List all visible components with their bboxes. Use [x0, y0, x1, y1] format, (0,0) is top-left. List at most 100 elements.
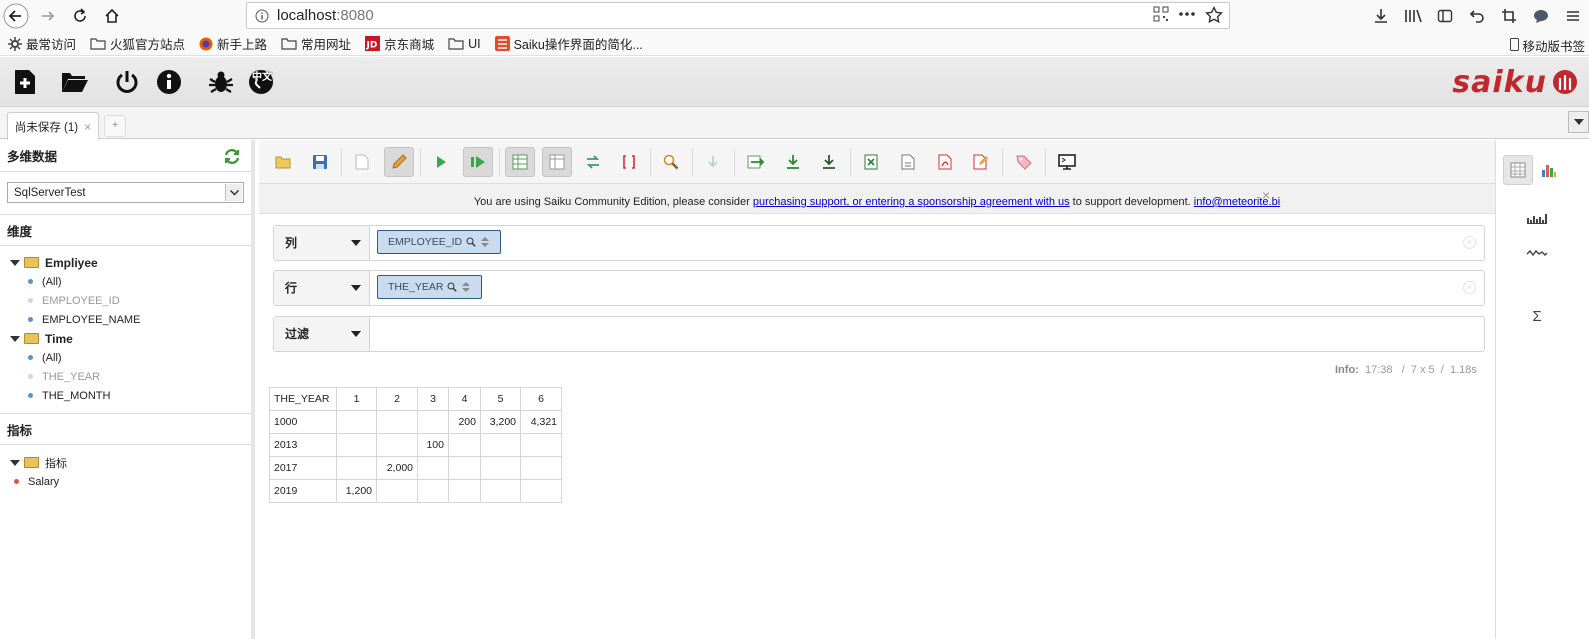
level-the-year[interactable]: THE_YEAR	[10, 367, 251, 386]
export-report-button[interactable]	[966, 147, 996, 177]
bookmark-common-sites[interactable]: 常用网址	[281, 34, 351, 53]
column-header[interactable]: 3	[417, 387, 449, 411]
sidebar-toggle-icon[interactable]	[1429, 0, 1461, 32]
presentation-mode-button[interactable]	[1052, 147, 1082, 177]
tab-close-icon[interactable]: ×	[84, 120, 91, 134]
measure-salary[interactable]: Salary	[10, 472, 251, 491]
save-button[interactable]	[305, 147, 335, 177]
table-view-button[interactable]	[1503, 155, 1533, 185]
statistics-button[interactable]: Σ	[1522, 301, 1552, 331]
more-dots-icon[interactable]	[1177, 6, 1197, 22]
tabs-dropdown-button[interactable]	[1568, 111, 1589, 133]
columns-axis[interactable]: 列 EMPLOYEE_ID ×	[273, 225, 1485, 261]
about-button[interactable]	[155, 68, 183, 96]
pill-search-icon[interactable]	[466, 237, 476, 247]
qrcode-icon[interactable]	[1153, 6, 1169, 22]
toggle-sidebar-button[interactable]	[542, 147, 572, 177]
tags-button[interactable]	[1009, 147, 1039, 177]
rows-level-pill[interactable]: THE_YEAR	[377, 275, 483, 299]
new-button[interactable]	[347, 147, 377, 177]
show-mdx-button[interactable]	[614, 147, 644, 177]
sparkbar-button[interactable]	[1522, 203, 1552, 233]
clear-axis-icon[interactable]: ×	[1463, 281, 1476, 294]
chat-icon[interactable]	[1525, 0, 1557, 32]
tab-unsaved-query[interactable]: 尚未保存 (1) ×	[7, 112, 99, 140]
export-excel-button[interactable]	[856, 147, 886, 177]
reload-button[interactable]	[64, 0, 96, 32]
cube-select[interactable]: SqlServerTest	[7, 182, 244, 203]
drillthrough-button[interactable]	[698, 147, 728, 177]
row-header[interactable]: 2019	[269, 479, 337, 503]
filter-axis-label[interactable]: 过滤	[274, 317, 370, 351]
undo-icon[interactable]	[1461, 0, 1493, 32]
open-query-button[interactable]	[61, 68, 89, 96]
column-header[interactable]: 5	[480, 387, 521, 411]
expand-triangle-icon[interactable]	[10, 459, 20, 466]
column-header[interactable]: 2	[376, 387, 418, 411]
rows-axis-label[interactable]: 行	[274, 271, 370, 305]
toggle-fields-button[interactable]	[505, 147, 535, 177]
forward-button[interactable]	[32, 0, 64, 32]
export-csv-button[interactable]	[893, 147, 923, 177]
export-down-button[interactable]	[778, 147, 808, 177]
export-cell-button[interactable]	[814, 147, 844, 177]
logout-button[interactable]	[113, 68, 141, 96]
bookmark-getting-started[interactable]: 新手上路	[199, 34, 267, 53]
bookmark-ui[interactable]: UI	[448, 37, 481, 51]
home-button[interactable]	[96, 0, 128, 32]
crop-icon[interactable]	[1493, 0, 1525, 32]
back-button[interactable]	[0, 0, 32, 32]
edit-button[interactable]	[384, 147, 414, 177]
column-header[interactable]: 6	[520, 387, 562, 411]
non-empty-button[interactable]	[741, 147, 771, 177]
level-employee-all[interactable]: (All)	[10, 272, 251, 291]
chart-view-button[interactable]	[1534, 155, 1564, 185]
row-header[interactable]: 1000	[269, 410, 337, 434]
bookmark-most-visited[interactable]: 最常访问	[8, 34, 76, 53]
mobile-bookmarks[interactable]: 移动版书签	[1510, 36, 1585, 55]
star-icon[interactable]	[1205, 6, 1223, 24]
url-bar[interactable]: localhost:8080	[246, 2, 1230, 29]
level-the-month[interactable]: THE_MONTH	[10, 386, 251, 405]
expand-triangle-icon[interactable]	[10, 335, 20, 342]
sponsorship-link[interactable]: purchasing support, or entering a sponso…	[753, 196, 1070, 208]
auto-run-button[interactable]	[463, 147, 493, 177]
level-employee-id[interactable]: EMPLOYEE_ID	[10, 291, 251, 310]
export-pdf-button[interactable]	[930, 147, 960, 177]
swap-axis-button[interactable]	[578, 147, 608, 177]
menu-icon[interactable]	[1557, 0, 1589, 32]
library-icon[interactable]	[1397, 0, 1429, 32]
bookmark-saiku-guide[interactable]: Saiku操作界面的简化...	[494, 34, 643, 53]
dimension-employee[interactable]: Empliyee	[10, 253, 251, 272]
run-button[interactable]	[426, 147, 456, 177]
rows-axis[interactable]: 行 THE_YEAR ×	[273, 270, 1485, 306]
column-header[interactable]: 4	[448, 387, 481, 411]
clear-axis-icon[interactable]: ×	[1463, 236, 1476, 249]
issue-report-button[interactable]	[207, 68, 235, 96]
pill-search-icon[interactable]	[447, 282, 458, 292]
zoom-button[interactable]	[656, 147, 686, 177]
row-header[interactable]: 2017	[269, 456, 337, 480]
bookmark-firefox-official[interactable]: 火狐官方站点	[90, 34, 185, 53]
pill-sort-icon[interactable]	[461, 281, 471, 293]
level-time-all[interactable]: (All)	[10, 348, 251, 367]
columns-level-pill[interactable]: EMPLOYEE_ID	[377, 230, 502, 254]
pill-sort-icon[interactable]	[480, 236, 490, 248]
row-header[interactable]: 2013	[269, 433, 337, 457]
level-employee-name[interactable]: EMPLOYEE_NAME	[10, 310, 251, 329]
bookmark-jd[interactable]: JD 京东商城	[365, 34, 434, 53]
dimension-time[interactable]: Time	[10, 329, 251, 348]
measure-group[interactable]: 指标	[10, 453, 251, 472]
columns-axis-label[interactable]: 列	[274, 226, 370, 260]
download-icon[interactable]	[1365, 0, 1397, 32]
new-query-button[interactable]	[11, 68, 39, 96]
language-button[interactable]: 中文	[247, 68, 275, 96]
expand-triangle-icon[interactable]	[10, 259, 20, 266]
filter-axis[interactable]: 过滤	[273, 316, 1485, 352]
column-header[interactable]: 1	[336, 387, 377, 411]
refresh-cubes-icon[interactable]	[224, 149, 240, 164]
notice-close-icon[interactable]: ×	[1262, 177, 1270, 213]
open-button[interactable]	[268, 147, 298, 177]
add-tab-button[interactable]: +	[104, 115, 126, 137]
sparkline-button[interactable]	[1522, 238, 1552, 268]
